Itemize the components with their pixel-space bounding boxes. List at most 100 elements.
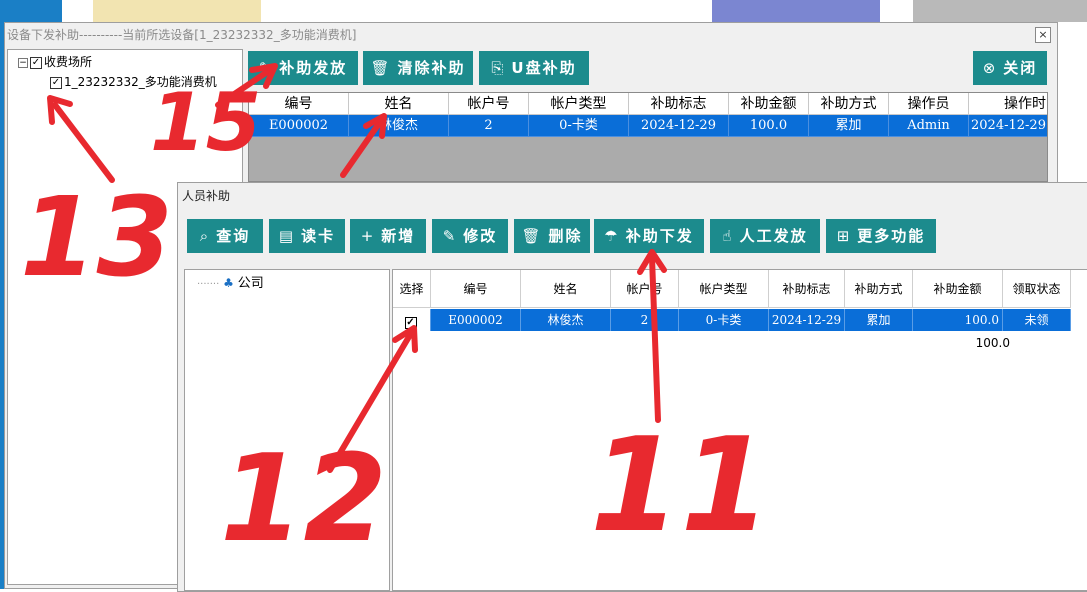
cell: E000002: [249, 115, 349, 137]
cell: 2: [611, 309, 679, 331]
cell: 累加: [809, 115, 889, 137]
close-label: 关闭: [1003, 59, 1038, 77]
delete-label: 删除: [548, 227, 583, 245]
col-header[interactable]: 帐户类型: [529, 93, 629, 115]
card-reader-icon: ▤: [278, 227, 296, 245]
query-button[interactable]: ⌕ 查询: [187, 219, 263, 253]
issue-subsidy-button[interactable]: ☂ 补助下发: [594, 219, 704, 253]
personnel-subsidy-window: 人员补助 ⌕ 查询 ▤ 读卡 + 新增 ✎ 修改 🗑 删除 ☂ 补助下发 ☝ 人工发放 ⊞ 更多…: [177, 182, 1087, 592]
checkbox-checked-icon[interactable]: ✓: [50, 76, 62, 89]
clear-subsidy-button[interactable]: 🗑 清除补助: [363, 51, 473, 85]
edit-icon: ✎: [258, 59, 274, 77]
cell: 2024-12-29: [769, 309, 845, 331]
cell: Admin: [889, 115, 969, 137]
issue-subsidy-label: 补助发放: [279, 59, 348, 77]
read-card-button[interactable]: ▤ 读卡: [269, 219, 345, 253]
usb-icon: ⎘: [491, 59, 506, 77]
usb-subsidy-label: U盘补助: [511, 59, 577, 77]
desktop-tile-purple: [712, 0, 880, 22]
more-functions-label: 更多功能: [857, 227, 926, 245]
window-close-button[interactable]: ×: [1035, 27, 1051, 43]
collapse-icon[interactable]: −: [18, 57, 28, 68]
issue-subsidy-button[interactable]: ✎ 补助发放: [248, 51, 358, 85]
col-header[interactable]: 补助方式: [845, 270, 913, 308]
close-button[interactable]: ⊗ 关闭: [973, 51, 1047, 85]
desktop-tile-gray: [913, 0, 1087, 22]
col-header[interactable]: 领取状态: [1003, 270, 1071, 308]
cell: E000002: [431, 309, 521, 331]
org-tree: ······· ♣ 公司: [184, 269, 390, 591]
desktop-tile-blue: [0, 0, 62, 22]
cell: 未领: [1003, 309, 1071, 331]
cell: 100.0: [913, 309, 1003, 331]
trash-icon: 🗑: [521, 227, 543, 245]
col-header[interactable]: 姓名: [521, 270, 611, 308]
window-title: 人员补助: [182, 189, 231, 203]
col-header[interactable]: 帐户类型: [679, 270, 769, 308]
col-header[interactable]: 帐户号: [449, 93, 529, 115]
col-header[interactable]: 补助金额: [729, 93, 809, 115]
col-header[interactable]: 帐户号: [611, 270, 679, 308]
col-header[interactable]: 姓名: [349, 93, 449, 115]
org-chart-icon: ♣: [223, 276, 234, 290]
manual-issue-label: 人工发放: [739, 227, 808, 245]
cell: 林俊杰: [349, 115, 449, 137]
hand-icon: ☝: [722, 227, 734, 245]
window-title: 设备下发补助----------当前所选设备[1_23232332_多功能消费机…: [5, 23, 1057, 47]
table-row[interactable]: ✓ E000002 林俊杰 2 0-卡类 2024-12-29 累加 100.0…: [393, 309, 1071, 331]
col-header[interactable]: 选择: [393, 270, 431, 308]
tree-root-label: 收费场所: [44, 55, 93, 69]
total-amount: 100.0: [975, 336, 1010, 350]
clear-subsidy-label: 清除补助: [397, 59, 466, 77]
tree-root-item[interactable]: − ✓ 收费场所: [18, 53, 92, 71]
cell: 林俊杰: [521, 309, 611, 331]
plus-icon: +: [360, 227, 376, 245]
cell: 2024-12-29: [629, 115, 729, 137]
issue-subsidy-label: 补助下发: [625, 227, 694, 245]
cell: 2: [449, 115, 529, 137]
col-header[interactable]: 补助标志: [769, 270, 845, 308]
cell: 0-卡类: [529, 115, 629, 137]
more-functions-button[interactable]: ⊞ 更多功能: [826, 219, 936, 253]
tree-root-item[interactable]: ······· ♣ 公司: [197, 274, 264, 292]
col-header[interactable]: 补助标志: [629, 93, 729, 115]
delete-button[interactable]: 🗑 删除: [514, 219, 590, 253]
col-header[interactable]: 操作员: [889, 93, 969, 115]
close-circle-icon: ⊗: [982, 59, 998, 77]
tree-child-item[interactable]: ✓ 1_23232332_多功能消费机: [50, 73, 217, 91]
grid-header: 选择 编号 姓名 帐户号 帐户类型 补助标志 补助方式 补助金额 领取状态: [393, 270, 1071, 308]
personnel-grid: 选择 编号 姓名 帐户号 帐户类型 补助标志 补助方式 补助金额 领取状态 ✓ …: [392, 269, 1087, 591]
checkbox-checked-icon[interactable]: ✓: [404, 316, 417, 329]
parachute-icon: ☂: [604, 227, 620, 245]
manual-issue-button[interactable]: ☝ 人工发放: [710, 219, 820, 253]
cell: 2024-12-29: [969, 115, 1047, 137]
row-select-cell[interactable]: ✓: [393, 309, 431, 331]
search-icon: ⌕: [199, 227, 211, 245]
col-header[interactable]: 操作时: [969, 93, 1047, 115]
checkbox-checked-icon[interactable]: ✓: [30, 56, 42, 69]
edit-label: 修改: [463, 227, 498, 245]
grid-header: 编号 姓名 帐户号 帐户类型 补助标志 补助金额 补助方式 操作员 操作时: [249, 93, 1047, 115]
tree-line-icon: ·······: [197, 279, 220, 290]
tree-child-label: 1_23232332_多功能消费机: [64, 75, 217, 89]
trash-icon: 🗑: [370, 59, 392, 77]
col-header[interactable]: 补助金额: [913, 270, 1003, 308]
edit-icon: ✎: [442, 227, 458, 245]
subsidy-grid: 编号 姓名 帐户号 帐户类型 补助标志 补助金额 补助方式 操作员 操作时 E0…: [248, 92, 1048, 182]
add-button[interactable]: + 新增: [350, 219, 426, 253]
col-header[interactable]: 编号: [249, 93, 349, 115]
total-row: 100.0: [393, 332, 1013, 354]
cell: 累加: [845, 309, 913, 331]
add-label: 新增: [381, 227, 416, 245]
cell: 100.0: [729, 115, 809, 137]
col-header[interactable]: 补助方式: [809, 93, 889, 115]
grid-circle-icon: ⊞: [836, 227, 852, 245]
read-card-label: 读卡: [301, 227, 336, 245]
col-header[interactable]: 编号: [431, 270, 521, 308]
tree-root-label: 公司: [237, 276, 264, 291]
edit-button[interactable]: ✎ 修改: [432, 219, 508, 253]
table-row[interactable]: E000002 林俊杰 2 0-卡类 2024-12-29 100.0 累加 A…: [249, 115, 1047, 137]
query-label: 查询: [216, 227, 251, 245]
desktop-tile-yellow: [93, 0, 261, 22]
usb-subsidy-button[interactable]: ⎘ U盘补助: [479, 51, 589, 85]
